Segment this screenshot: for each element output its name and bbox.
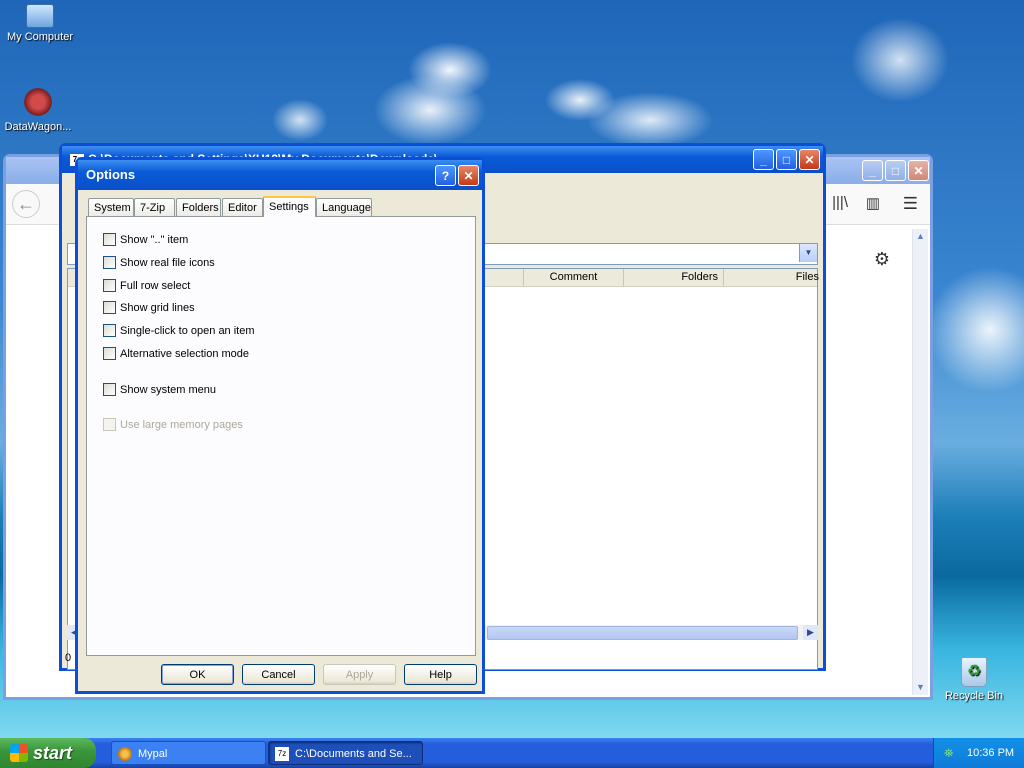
status-bar: 0 (65, 652, 72, 664)
menu-icon[interactable]: ☰ (903, 194, 918, 214)
checkbox-label: Show ".." item (120, 234, 189, 246)
desktop-icon-label: DataWagon... (4, 121, 72, 133)
scroll-thumb[interactable] (487, 626, 798, 640)
checkbox-box[interactable] (103, 347, 116, 360)
checkbox-label: Alternative selection mode (120, 348, 250, 360)
taskbar-item-label: C:\Documents and Se... (295, 748, 412, 760)
checkbox-show-real-file-icons[interactable]: Show real file icons (103, 256, 215, 270)
tab-editor[interactable]: Editor (222, 198, 263, 216)
computer-icon (26, 4, 54, 28)
column-header-comment[interactable]: Comment (523, 269, 623, 286)
maximize-button[interactable]: □ (885, 160, 906, 181)
minimize-button[interactable]: _ (862, 160, 883, 181)
dialog-title: Options (86, 167, 136, 182)
checkbox-box[interactable] (103, 383, 116, 396)
checkbox-box[interactable] (103, 256, 116, 269)
column-header-files[interactable]: Files (723, 269, 821, 286)
desktop-icon-recycle-bin[interactable]: ♻ Recycle Bin (934, 657, 1014, 702)
desktop-icon-label: My Computer (6, 31, 74, 43)
checkbox-show-grid-lines[interactable]: Show grid lines (103, 301, 195, 315)
mypal-icon (118, 747, 132, 761)
checkbox-show-system-menu[interactable]: Show system menu (103, 383, 216, 397)
scroll-down-icon[interactable]: ▼ (913, 680, 928, 695)
checkbox-label: Single-click to open an item (120, 325, 255, 337)
desktop-icon-datawagon[interactable]: DataWagon... (0, 86, 78, 133)
apply-button: Apply (323, 664, 396, 685)
help-icon[interactable]: ? (435, 165, 456, 186)
checkbox-full-row-select[interactable]: Full row select (103, 279, 190, 293)
chevron-down-icon[interactable]: ▼ (799, 244, 817, 262)
settings-panel: Show ".." item Show real file icons Full… (86, 216, 476, 656)
ok-button[interactable]: OK (161, 664, 234, 685)
checkbox-large-memory-pages: Use large memory pages (103, 418, 243, 432)
checkbox-show-parent-item[interactable]: Show ".." item (103, 233, 188, 247)
scroll-up-icon[interactable]: ▲ (913, 229, 928, 244)
checkbox-label: Show grid lines (120, 302, 195, 314)
datawagon-shortcut-icon (22, 86, 54, 118)
checkbox-box[interactable] (103, 279, 116, 292)
taskbar-item-mypal[interactable]: Mypal (111, 741, 266, 765)
checkbox-box (103, 418, 116, 431)
scroll-right-icon[interactable]: ▶ (803, 625, 818, 640)
windows-flag-icon (10, 744, 28, 762)
maximize-button[interactable]: □ (776, 149, 797, 170)
close-button[interactable]: ✕ (908, 160, 929, 181)
browser-scrollbar[interactable]: ▲ ▼ (912, 229, 928, 695)
start-button[interactable]: start (0, 738, 96, 768)
tab-folders[interactable]: Folders (176, 198, 221, 216)
checkbox-label: Use large memory pages (120, 419, 243, 431)
minimize-button[interactable]: _ (753, 149, 774, 170)
options-title-bar[interactable]: Options ? ✕ (78, 160, 482, 190)
dialog-body: System 7-Zip Folders Editor Settings Lan… (78, 190, 482, 691)
taskbar-item-label: Mypal (138, 748, 168, 760)
checkbox-single-click[interactable]: Single-click to open an item (103, 324, 255, 338)
tab-settings[interactable]: Settings (263, 196, 316, 217)
network-icon[interactable]: ⛯ (944, 746, 958, 760)
taskbar-item-7zip[interactable]: 7z C:\Documents and Se... (268, 741, 423, 765)
tab-7zip[interactable]: 7-Zip (134, 198, 175, 216)
column-header-folders[interactable]: Folders (623, 269, 722, 286)
gear-icon[interactable]: ⚙ (874, 249, 890, 270)
taskbar: start Mypal 7z C:\Documents and Se... ⛯ … (0, 738, 1024, 768)
checkbox-box[interactable] (103, 233, 116, 246)
cancel-button[interactable]: Cancel (242, 664, 315, 685)
checkbox-label: Full row select (120, 280, 191, 292)
7zip-app-icon: 7z (275, 747, 289, 761)
clock[interactable]: 10:36 PM (967, 738, 1014, 768)
desktop-icon-my-computer[interactable]: My Computer (0, 4, 80, 43)
sidebar-icon[interactable]: ▥ (866, 194, 880, 212)
system-tray: ⛯ 10:36 PM (933, 738, 1024, 768)
options-dialog: Options ? ✕ System 7-Zip Folders Editor … (75, 157, 485, 694)
start-label: start (33, 743, 73, 763)
close-icon[interactable]: ✕ (458, 165, 479, 186)
checkbox-alternative-selection[interactable]: Alternative selection mode (103, 347, 249, 361)
tab-language[interactable]: Language (316, 198, 372, 216)
desktop-icon-label: Recycle Bin (944, 690, 1004, 702)
recycle-bin-icon: ♻ (961, 657, 987, 687)
library-icon[interactable]: |||\ (832, 194, 848, 211)
help-button[interactable]: Help (404, 664, 477, 685)
checkbox-box[interactable] (103, 301, 116, 314)
close-button[interactable]: ✕ (799, 149, 820, 170)
back-arrow-icon[interactable]: ← (12, 190, 40, 218)
tab-system[interactable]: System (88, 198, 134, 216)
checkbox-label: Show real file icons (120, 257, 215, 269)
checkbox-box[interactable] (103, 324, 116, 337)
checkbox-label: Show system menu (120, 384, 216, 396)
